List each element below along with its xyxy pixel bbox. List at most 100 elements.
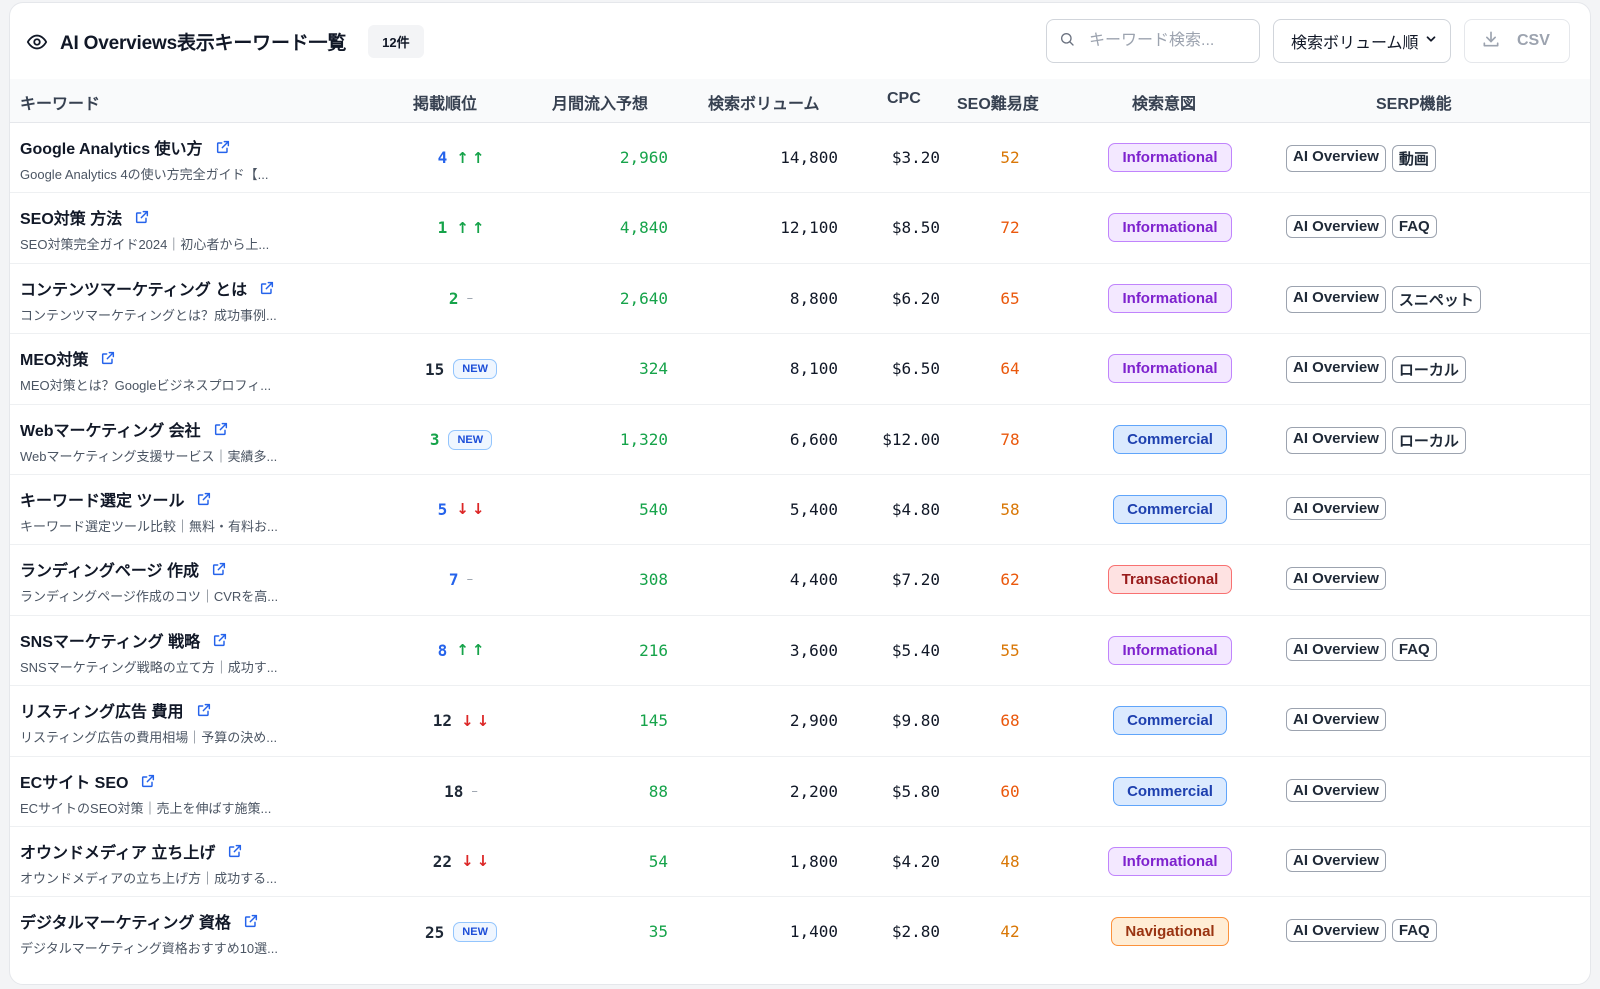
table-row[interactable]: コンテンツマーケティング とは コンテンツマーケティングとは？成功事例... 2–2… xyxy=(10,264,1590,335)
keyword-table-card: AI Overviews表示キーワード一覧 12件 検索ボリューム順 CSV キ… xyxy=(9,2,1591,985)
table-row[interactable]: キーワード選定 ツール キーワード選定ツール比較｜無料・有料お... 5 ↓ ↓ 540 5… xyxy=(10,475,1590,546)
header-cpc[interactable]: CPC xyxy=(887,90,921,108)
external-link-icon[interactable] xyxy=(196,491,212,507)
header-traffic[interactable]: 月間流入予想 xyxy=(552,90,648,114)
search-input[interactable] xyxy=(1087,31,1241,51)
header-rank[interactable]: 掲載順位 xyxy=(413,90,477,114)
table-row[interactable]: リスティング広告 費用 リスティング広告の費用相場｜予算の決め... 12 ↓ ↓ 145… xyxy=(10,686,1590,757)
arrow-down-icon: ↓ xyxy=(471,500,485,519)
cpc-value: $4.20 xyxy=(891,851,940,871)
header-serp[interactable]: SERP機能 xyxy=(1376,90,1452,114)
serp-feature-tag: AI Overview xyxy=(1286,496,1386,520)
external-link-icon[interactable] xyxy=(213,421,229,437)
table-row[interactable]: デジタルマーケティング 資格 デジタルマーケティング資格おすすめ10選... 25 N… xyxy=(10,897,1590,967)
page-snippet: デジタルマーケティング資格おすすめ10選... xyxy=(20,941,278,957)
external-link-icon[interactable] xyxy=(243,913,259,929)
chevron-down-icon xyxy=(1424,32,1438,51)
page-snippet: オウンドメディアの立ち上げ方｜成功する... xyxy=(20,870,277,886)
rank-cell: 12 ↓ ↓ xyxy=(406,711,516,730)
external-link-icon[interactable] xyxy=(227,843,243,859)
rank-value: 4 xyxy=(437,148,448,167)
difficulty-value: 55 xyxy=(1000,640,1020,660)
serp-feature-tag: AI Overview xyxy=(1286,145,1386,172)
serp-feature-tag: AI Overview xyxy=(1286,426,1386,454)
serp-feature-tag: FAQ xyxy=(1391,215,1437,239)
serp-features: AI Overview ローカル xyxy=(1286,356,1472,384)
header-volume[interactable]: 検索ボリューム xyxy=(708,90,820,114)
intent-badge: Informational xyxy=(1108,635,1232,665)
sort-select[interactable]: 検索ボリューム順 xyxy=(1273,19,1451,63)
external-link-icon[interactable] xyxy=(134,209,150,225)
keyword-text: SNSマーケティング 戦略 xyxy=(20,633,201,651)
table-row[interactable]: オウンドメディア 立ち上げ オウンドメディアの立ち上げ方｜成功する... 22 ↓ ↓ 5… xyxy=(10,827,1590,898)
external-link-icon[interactable] xyxy=(259,280,275,296)
header-difficulty[interactable]: SEO難易度 xyxy=(957,90,1039,114)
rank-cell: 15 NEW xyxy=(406,359,516,380)
table-row[interactable]: Google Analytics 使い方 Google Analytics 4の使… xyxy=(10,123,1590,194)
difficulty-value: 65 xyxy=(1000,288,1020,308)
serp-features: AI Overview xyxy=(1286,567,1392,591)
table-row[interactable]: SEO対策 方法 SEO対策完全ガイド2024｜初心者から上... 1 ↑ ↑ 4,840… xyxy=(10,193,1590,264)
cpc-value: $7.20 xyxy=(891,570,940,590)
serp-features: AI Overview xyxy=(1286,848,1392,872)
rank-value: 2 xyxy=(448,288,459,308)
external-link-icon[interactable] xyxy=(212,632,228,648)
table-row[interactable]: MEO対策 MEO対策とは？Googleビジネスプロフィ... 15 NEW 324 8,… xyxy=(10,334,1590,405)
difficulty-value: 48 xyxy=(1000,851,1020,871)
difficulty-value: 52 xyxy=(1000,148,1020,167)
keyword-cell: リスティング広告 費用 xyxy=(20,698,212,722)
volume-value: 1,400 xyxy=(789,922,838,942)
volume-value: 3,600 xyxy=(789,640,838,660)
arrow-down-icon: ↓ xyxy=(461,711,474,730)
serp-features: AI Overview FAQ xyxy=(1286,215,1443,239)
serp-feature-tag: AI Overview xyxy=(1286,778,1386,802)
table-row[interactable]: Webマーケティング 会社 Webマーケティング支援サービス｜実績多... 3 NEW… xyxy=(10,405,1590,475)
table-row[interactable]: ECサイト SEO ECサイトのSEO対策｜売上を伸ばす施策... 18– 88 2,2… xyxy=(10,757,1590,827)
intent-cell: Commercial xyxy=(1100,706,1240,736)
rank-value: 5 xyxy=(437,499,448,519)
cpc-value: $3.20 xyxy=(891,148,940,167)
keyword-text: コンテンツマーケティング とは xyxy=(20,281,248,299)
serp-features: AI Overview xyxy=(1286,496,1392,520)
serp-features: AI Overview xyxy=(1286,708,1392,732)
arrow-up-icon: ↑ xyxy=(456,148,469,167)
search-box[interactable] xyxy=(1046,19,1260,63)
volume-value: 8,100 xyxy=(789,359,838,379)
intent-cell: Commercial xyxy=(1100,494,1240,524)
external-link-icon[interactable] xyxy=(196,702,212,718)
external-link-icon[interactable] xyxy=(140,773,156,789)
table-row[interactable]: SNSマーケティング 戦略 SNSマーケティング戦略の立て方｜成功す... 8 ↑ ↑ 2… xyxy=(10,616,1590,687)
intent-cell: Informational xyxy=(1100,143,1240,172)
intent-cell: Informational xyxy=(1100,846,1240,876)
toolbar: AI Overviews表示キーワード一覧 12件 検索ボリューム順 CSV xyxy=(10,3,1590,79)
traffic-value: 4,840 xyxy=(619,218,668,238)
external-link-icon[interactable] xyxy=(211,561,227,577)
new-badge: NEW xyxy=(453,359,497,380)
arrow-up-icon: ↑ xyxy=(456,641,469,660)
traffic-value: 1,320 xyxy=(619,429,668,449)
difficulty-value: 68 xyxy=(1000,711,1020,731)
external-link-icon[interactable] xyxy=(215,139,231,155)
external-link-icon[interactable] xyxy=(100,350,116,366)
keyword-cell: キーワード選定 ツール xyxy=(20,487,212,511)
header-keyword[interactable]: キーワード xyxy=(20,90,100,114)
traffic-value: 35 xyxy=(648,922,668,942)
cpc-value: $9.80 xyxy=(891,711,940,731)
cpc-value: $5.80 xyxy=(891,781,940,801)
keyword-text: SEO対策 方法 xyxy=(20,211,123,229)
intent-badge: Navigational xyxy=(1111,917,1229,947)
header-intent[interactable]: 検索意図 xyxy=(1132,90,1196,114)
keyword-cell: コンテンツマーケティング とは xyxy=(20,276,275,300)
volume-value: 8,800 xyxy=(789,288,838,308)
cpc-value: $6.20 xyxy=(891,288,940,308)
table-row[interactable]: ランディングページ 作成 ランディングページ作成のコツ｜CVRを高... 7– 308… xyxy=(10,545,1590,616)
rank-value: 15 xyxy=(425,359,445,379)
keyword-text: オウンドメディア 立ち上げ xyxy=(20,844,216,862)
keyword-cell: デジタルマーケティング 資格 xyxy=(20,909,259,933)
keyword-text: ランディングページ 作成 xyxy=(20,563,200,581)
traffic-value: 216 xyxy=(639,640,668,660)
rank-value: 3 xyxy=(429,430,440,450)
csv-export-button[interactable]: CSV xyxy=(1464,19,1570,63)
no-change-dash: – xyxy=(466,572,474,588)
serp-feature-tag: FAQ xyxy=(1391,919,1437,943)
